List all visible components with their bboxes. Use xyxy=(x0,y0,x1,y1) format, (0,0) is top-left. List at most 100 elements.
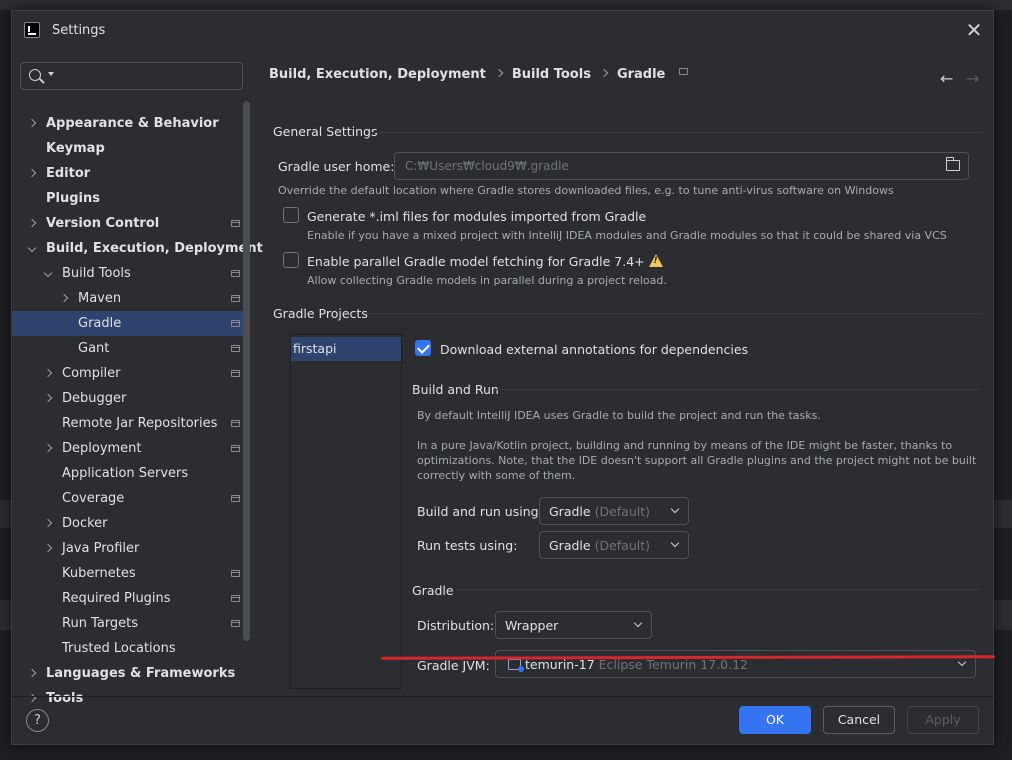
gradle-user-home-value: C:₩Users₩cloud9₩.gradle xyxy=(405,159,569,173)
distribution-label: Distribution: xyxy=(417,618,495,633)
breadcrumb-item[interactable]: Build, Execution, Deployment xyxy=(269,67,486,82)
folder-icon[interactable] xyxy=(946,157,960,171)
build-run-note-line: In a pure Java/Kotlin project, building … xyxy=(417,439,953,452)
gradle-projects-list: firstapi xyxy=(290,334,402,689)
sidebar-item-label: Plugins xyxy=(46,191,100,206)
window-title: Settings xyxy=(52,23,106,38)
section-divider xyxy=(365,313,982,314)
chevron-right-icon xyxy=(494,68,504,78)
sidebar-item-label: Compiler xyxy=(62,366,121,381)
gradle-jvm-select[interactable]: temurin-17 Eclipse Temurin 17.0.12 xyxy=(495,650,976,678)
list-item[interactable]: firstapi xyxy=(291,337,401,361)
parallel-fetching-label[interactable]: Enable parallel Gradle model fetching fo… xyxy=(307,254,645,269)
chevron-right-icon xyxy=(599,68,609,78)
project-level-icon xyxy=(679,68,689,75)
section-title-gradle: Gradle xyxy=(412,583,454,598)
sidebar-item-build-execution-deployment[interactable]: Build, Execution, Deployment xyxy=(12,236,263,261)
breadcrumb-item[interactable]: Build Tools xyxy=(512,67,591,82)
distribution-value: Wrapper xyxy=(505,618,559,633)
chevron-down-icon[interactable] xyxy=(27,236,39,261)
sidebar-item-remote-jar-repositories[interactable]: Remote Jar Repositories xyxy=(12,411,250,436)
parallel-fetching-label-row[interactable]: Enable parallel Gradle model fetching fo… xyxy=(307,254,663,269)
sidebar-item-maven[interactable]: Maven xyxy=(12,286,250,311)
chevron-right-icon[interactable] xyxy=(43,361,55,386)
sidebar-item-label: Java Profiler xyxy=(62,541,140,556)
sidebar-item-label: Debugger xyxy=(62,391,127,406)
sidebar-item-label: Maven xyxy=(78,291,122,306)
gradle-jvm-detail: Eclipse Temurin 17.0.12 xyxy=(598,657,748,672)
sidebar-item-label: Keymap xyxy=(46,141,105,156)
sidebar-item-build-tools[interactable]: Build Tools xyxy=(12,261,250,286)
background-toolbar xyxy=(0,0,1012,10)
chevron-down-icon[interactable] xyxy=(43,261,55,286)
sidebar-item-trusted-locations[interactable]: Trusted Locations xyxy=(12,636,250,661)
sidebar-item-plugins[interactable]: Plugins xyxy=(12,186,250,211)
search-input[interactable] xyxy=(20,62,243,90)
chevron-right-icon[interactable] xyxy=(27,661,39,686)
sidebar-item-appearance-behavior[interactable]: Appearance & Behavior xyxy=(12,111,250,136)
sidebar-item-keymap[interactable]: Keymap xyxy=(12,136,250,161)
project-level-icon xyxy=(231,570,240,577)
gradle-user-home-label: Gradle user home: xyxy=(278,159,395,174)
close-icon[interactable]: ✕ xyxy=(965,20,983,40)
download-annotations-checkbox[interactable] xyxy=(415,340,431,356)
sidebar-item-label: Remote Jar Repositories xyxy=(62,416,218,431)
help-button[interactable]: ? xyxy=(26,709,49,732)
chevron-right-icon[interactable] xyxy=(27,111,39,136)
section-divider xyxy=(495,389,980,390)
build-run-note-line: correctly with some of them. xyxy=(417,469,576,482)
sidebar-item-run-targets[interactable]: Run Targets xyxy=(12,611,250,636)
select-value: Gradle (Default) xyxy=(549,504,650,519)
sidebar-item-gradle[interactable]: Gradle xyxy=(12,311,250,336)
chevron-right-icon[interactable] xyxy=(59,286,71,311)
chevron-right-icon[interactable] xyxy=(43,511,55,536)
run-tests-using-select[interactable]: Gradle (Default) xyxy=(539,531,689,559)
forward-arrow-icon[interactable]: → xyxy=(966,69,979,88)
jdk-folder-icon xyxy=(508,659,524,672)
sidebar-scrollbar[interactable] xyxy=(243,101,250,641)
sidebar-item-java-profiler[interactable]: Java Profiler xyxy=(12,536,250,561)
project-level-icon xyxy=(231,370,240,377)
cancel-button[interactable]: Cancel xyxy=(823,706,895,734)
section-title-general: General Settings xyxy=(273,124,378,139)
chevron-right-icon[interactable] xyxy=(43,386,55,411)
sidebar-item-gant[interactable]: Gant xyxy=(12,336,250,361)
parallel-fetching-checkbox[interactable] xyxy=(283,252,299,268)
sidebar-item-kubernetes[interactable]: Kubernetes xyxy=(12,561,250,586)
chevron-right-icon[interactable] xyxy=(27,161,39,186)
section-title-build-run: Build and Run xyxy=(412,382,499,397)
project-level-icon xyxy=(231,445,240,452)
chevron-down-icon xyxy=(670,504,680,514)
chevron-right-icon[interactable] xyxy=(43,436,55,461)
generate-iml-label[interactable]: Generate *.iml files for modules importe… xyxy=(307,209,646,224)
project-level-icon xyxy=(231,320,240,327)
gradle-jvm-label: Gradle JVM: xyxy=(417,658,490,673)
sidebar-item-application-servers[interactable]: Application Servers xyxy=(12,461,250,486)
download-annotations-label[interactable]: Download external annotations for depend… xyxy=(440,342,748,357)
sidebar-item-required-plugins[interactable]: Required Plugins xyxy=(12,586,250,611)
sidebar-item-languages-frameworks[interactable]: Languages & Frameworks xyxy=(12,661,250,686)
chevron-right-icon[interactable] xyxy=(27,211,39,236)
project-level-icon xyxy=(231,345,240,352)
apply-button[interactable]: Apply xyxy=(907,706,979,734)
sidebar-item-editor[interactable]: Editor xyxy=(12,161,250,186)
sidebar-item-version-control[interactable]: Version Control xyxy=(12,211,250,236)
project-level-icon xyxy=(231,295,240,302)
build-run-using-select[interactable]: Gradle (Default) xyxy=(539,497,689,525)
sidebar-item-docker[interactable]: Docker xyxy=(12,511,250,536)
ok-button[interactable]: OK xyxy=(739,706,811,734)
distribution-select[interactable]: Wrapper xyxy=(495,611,652,639)
back-arrow-icon[interactable]: ← xyxy=(940,69,953,88)
sidebar-item-compiler[interactable]: Compiler xyxy=(12,361,250,386)
section-title-gradle-projects: Gradle Projects xyxy=(273,306,368,321)
sidebar-item-coverage[interactable]: Coverage xyxy=(12,486,250,511)
section-divider xyxy=(458,589,980,590)
sidebar-item-debugger[interactable]: Debugger xyxy=(12,386,250,411)
chevron-right-icon[interactable] xyxy=(43,536,55,561)
sidebar-item-deployment[interactable]: Deployment xyxy=(12,436,250,461)
project-level-icon xyxy=(231,420,240,427)
generate-iml-checkbox[interactable] xyxy=(283,207,299,223)
gradle-user-home-field[interactable]: C:₩Users₩cloud9₩.gradle xyxy=(394,152,969,180)
sidebar-item-label: Trusted Locations xyxy=(62,641,176,656)
breadcrumb: Build, Execution, Deployment Build Tools G… xyxy=(269,67,689,85)
